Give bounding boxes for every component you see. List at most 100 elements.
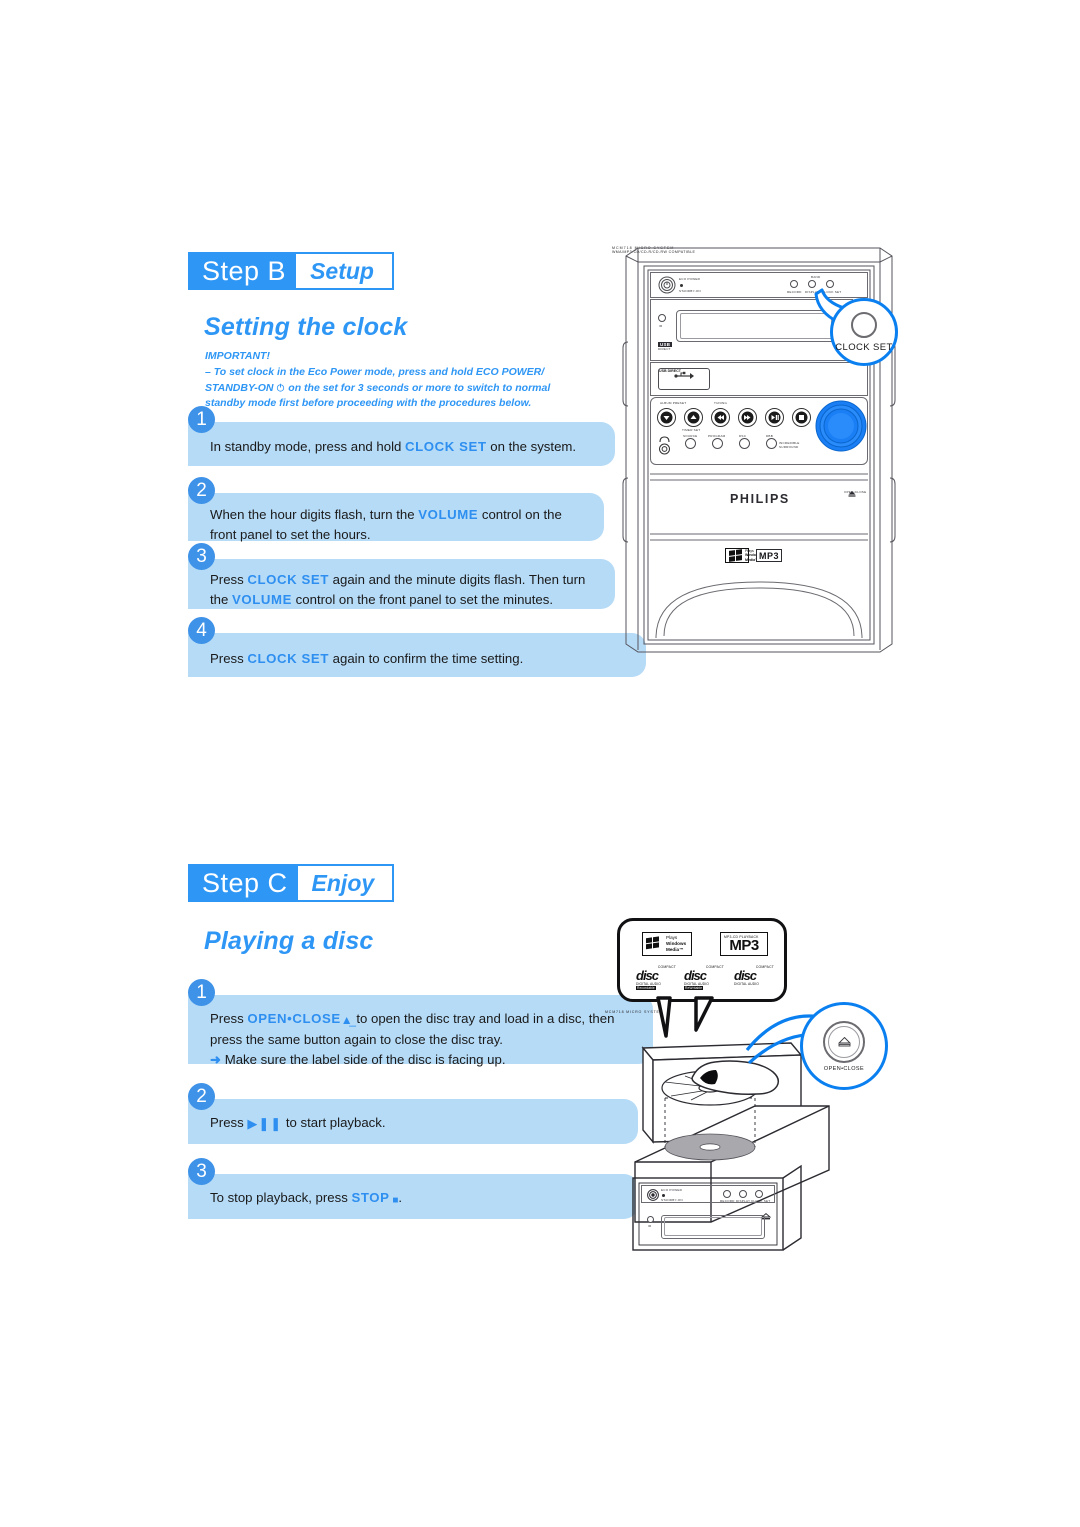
play-pause-button[interactable]: [765, 408, 784, 432]
frag-volume: VOLUME: [232, 592, 293, 608]
band-label: BAND: [811, 275, 821, 279]
album-down-button[interactable]: [657, 408, 676, 432]
frag: When the hour digits flash, turn the: [210, 507, 419, 522]
step-b-band-1: In standby mode, press and hold CLOCK SE…: [188, 422, 615, 466]
cd-digital-audio-logo: COMPACT disc DIGITAL AUDIO: [734, 965, 774, 991]
usb-direct-button[interactable]: USB DIRECT: [658, 368, 710, 390]
device-c-eco-power-button[interactable]: [647, 1188, 659, 1206]
eject-icon: [837, 1036, 851, 1046]
format-logos-bubble: Plays Windows Media™ MP3-CD PLAYBACK MP3…: [617, 918, 787, 1002]
important-note: IMPORTANT! – To set clock in the Eco Pow…: [205, 349, 585, 412]
bubble-windows-media-logo: Plays Windows Media™: [642, 932, 692, 956]
step-c-tag: Enjoy: [297, 866, 393, 900]
frag: control on the front panel to set the mi…: [292, 592, 553, 608]
bubble-mp3-logo: MP3-CD PLAYBACK MP3: [720, 932, 768, 956]
standby-led: [680, 284, 683, 287]
dsc-label: DSC: [739, 434, 747, 438]
standby-on-label: STANDBY-ON: [679, 289, 701, 293]
mp3-logo-door: MP3: [756, 549, 782, 562]
device-c-record-label: RECORD: [720, 1199, 735, 1203]
wm-l1: Plays: [745, 548, 754, 553]
bubble-wm-text: Plays Windows Media™: [666, 935, 686, 952]
frag: Press: [210, 1011, 248, 1026]
frag: to start playback.: [282, 1115, 386, 1130]
important-line-1: – To set clock in the Eco Power mode, pr…: [205, 365, 545, 378]
step-b-chip-left: Step B: [190, 254, 297, 288]
step-c-chip-left: Step C: [190, 866, 298, 900]
open-close-side-label: OPEN•CLOSE: [844, 490, 867, 494]
headphone-jack[interactable]: [658, 436, 671, 461]
wm-l2: Windows: [666, 941, 687, 947]
device-c-display-button[interactable]: [739, 1190, 747, 1198]
usb-badge: USB DIRECT: [658, 342, 673, 351]
eco-power-label: ECO POWER: [679, 277, 701, 281]
step-c-number-3: 3: [188, 1158, 215, 1185]
step-b-text-3: Press CLOCK SET again and the minute dig…: [210, 570, 599, 611]
program-button[interactable]: [712, 438, 723, 449]
cd-rewritable-logo: COMPACT disc DIGITAL AUDIO ReWritable: [684, 965, 724, 991]
ir-sensor: [658, 314, 666, 322]
arrow-icon: ➜: [210, 1052, 222, 1068]
forward-button[interactable]: [738, 408, 757, 432]
frag: Press: [210, 572, 248, 587]
disc-word: disc: [684, 968, 707, 983]
device-c-lcd-inner: [664, 1217, 762, 1236]
step-c-text-3: To stop playback, press STOP ■.: [210, 1188, 622, 1209]
step-c-text-2: Press ▶❚❚ to start playback.: [210, 1113, 622, 1134]
step-b-header: Step B Setup: [188, 252, 394, 290]
device-c-record-button[interactable]: [723, 1190, 731, 1198]
clock-set-callout[interactable]: CLOCK SET: [830, 298, 898, 366]
step-c-header: Step C Enjoy: [188, 864, 395, 902]
step-b-number-4: 4: [188, 617, 215, 644]
windows-flag-icon: [646, 935, 663, 953]
frag-clock-set: CLOCK SET: [405, 439, 487, 454]
timer-set-label: TIMER SET: [682, 428, 701, 432]
frag: Press: [210, 651, 248, 666]
clock-set-callout-knob-icon: [851, 311, 877, 338]
device-c-standby-label: STANDBY-ON: [661, 1198, 683, 1202]
step-b-number-3: 3: [188, 543, 215, 570]
stop-button[interactable]: [792, 408, 811, 432]
power-standby-icon: [276, 381, 285, 397]
open-close-callout[interactable]: OPEN•CLOSE: [800, 1002, 888, 1090]
frag: Make sure the label side of the disc is …: [224, 1052, 506, 1068]
incredible-surround-label: INCREDIBLE SURROUND: [779, 441, 800, 450]
device-c-ir-sensor: [647, 1216, 654, 1223]
tuning-label: TUNING: [714, 401, 728, 405]
step-b-band-2: When the hour digits flash, turn the VOL…: [188, 493, 604, 542]
frag: again to confirm the time setting.: [328, 651, 524, 666]
step-b-number-1: 1: [188, 406, 215, 433]
step-c-number-1: 1: [188, 979, 215, 1006]
record-label: RECORD: [787, 290, 802, 294]
frag: on the system.: [486, 439, 577, 454]
frag: In standby mode, press and hold: [210, 439, 406, 454]
cd-recordable-logo: COMPACT disc DIGITAL AUDIO Recordable: [636, 965, 676, 991]
record-button[interactable]: [790, 280, 798, 288]
step-c-word: Step: [202, 867, 260, 898]
dbb-button[interactable]: [766, 438, 777, 449]
device-c-clock-set-button[interactable]: [755, 1190, 763, 1198]
step-c-number-2: 2: [188, 1083, 215, 1110]
device-c-display-label: DISPLAY: [736, 1199, 751, 1203]
frag: To stop playback, press: [210, 1190, 352, 1205]
open-close-callout-label: OPEN•CLOSE: [823, 1065, 865, 1072]
frag-volume: VOLUME: [418, 507, 479, 522]
program-label: PROGRAM: [708, 434, 726, 438]
ir-label: IR: [659, 324, 663, 328]
rewind-button[interactable]: [711, 408, 730, 432]
disc-word: disc: [734, 968, 757, 983]
frag-clock-set: CLOCK SET: [247, 651, 329, 666]
volume-dial[interactable]: [815, 400, 867, 457]
windows-media-logo: Plays Windows Media™: [725, 548, 761, 563]
step-c-band-1: Press OPEN•CLOSE▲̲ to open the disc tray…: [188, 995, 653, 1068]
step-b-letter: B: [267, 255, 287, 286]
source-button[interactable]: [685, 438, 696, 449]
eco-power-standby-button[interactable]: [658, 276, 676, 299]
dsc-button[interactable]: [739, 438, 750, 449]
device-c-eco-label: ECO POWER: [661, 1188, 683, 1192]
important-heading: IMPORTANT!: [205, 350, 270, 362]
bubble-tail: [656, 996, 714, 1038]
play-pause-icon: ▶❚❚: [247, 1116, 283, 1131]
device-c-clock-set-label: CLOCK SET: [751, 1199, 771, 1203]
step-b-band-4: Press CLOCK SET again to confirm the tim…: [188, 633, 646, 677]
